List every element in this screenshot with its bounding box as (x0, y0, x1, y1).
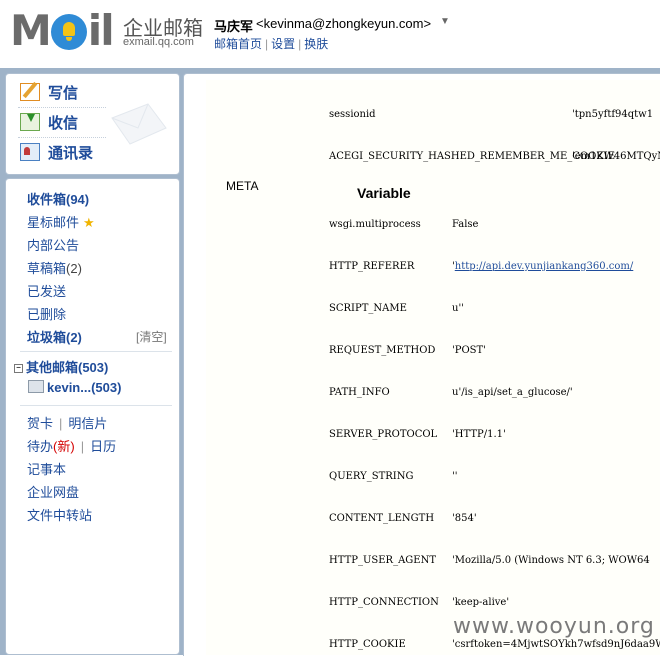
qq-mail-logo[interactable]: Mil (10, 6, 115, 55)
top-header: Mil 企业邮箱 exmail.qq.com 马庆军 <kevinma@zhon… (0, 0, 660, 68)
meta-value: 'csrftoken=4MjwtSOYkh7wfsd9nJ6daa9W (452, 639, 660, 650)
top-links: 邮箱首页 | 设置 | 换肤 (214, 35, 328, 52)
user-name: 马庆军 (214, 19, 254, 34)
meta-key: SERVER_PROTOCOL (329, 429, 438, 440)
session-value: 'em1ZW46MTQyNz (572, 151, 660, 162)
referer-link[interactable]: http://api.dev.yunjiankang360.com/ (455, 261, 634, 272)
meta-key: PATH_INFO (329, 387, 390, 398)
meta-value: u'' (452, 303, 464, 314)
divider (18, 107, 106, 108)
meta-key: HTTP_CONNECTION (329, 597, 439, 608)
meta-value: '' (452, 471, 458, 482)
meta-key: HTTP_USER_AGENT (329, 555, 437, 566)
apps-row-cards: 贺卡 | 明信片 (27, 413, 107, 432)
collapse-icon[interactable]: − (14, 364, 23, 373)
meta-key: wsgi.multiprocess (329, 219, 421, 230)
compose-button[interactable]: 写信 (20, 82, 78, 106)
meta-key: REQUEST_METHOD (329, 345, 436, 356)
divider: | (298, 37, 302, 51)
drafts-count: (2) (66, 261, 82, 276)
divider (20, 351, 172, 352)
sidebar-item-account[interactable]: kevin...(503) (28, 380, 121, 395)
logo-url: exmail.qq.com (123, 36, 194, 48)
variable-heading: Variable (357, 185, 411, 201)
settings-link[interactable]: 设置 (271, 37, 295, 51)
address-book-label: 通讯录 (48, 145, 94, 162)
session-key: sessionid (329, 109, 376, 120)
meta-value: 'http://api.dev.yunjiankang360.com/ (452, 261, 633, 272)
apps-row-todo: 待办(新) | 日历 (27, 436, 116, 455)
meta-value: 'HTTP/1.1' (452, 429, 506, 440)
compose-label: 写信 (48, 85, 79, 102)
starred-label: 星标邮件 (27, 215, 80, 230)
address-book-button[interactable]: 通讯录 (20, 142, 93, 166)
meta-key: CONTENT_LENGTH (329, 513, 435, 524)
chevron-down-icon[interactable]: ▼ (440, 16, 450, 27)
other-mailboxes-label: 其他邮箱(503) (26, 360, 109, 375)
todo-label: 待办 (27, 439, 54, 454)
sidebar-item-bulletin[interactable]: 内部公告 (27, 235, 79, 254)
divider: | (59, 416, 63, 431)
meta-value: 'Mozilla/5.0 (Windows NT 6.3; WOW64 (452, 555, 650, 566)
file-transfer-link[interactable]: 文件中转站 (27, 505, 92, 524)
sidebar-item-starred[interactable]: 星标邮件 ★ (27, 212, 95, 231)
calendar-link[interactable]: 日历 (90, 439, 116, 454)
account-label: kevin...(503) (47, 380, 122, 395)
meta-key: HTTP_REFERER (329, 261, 415, 272)
envelope-decoration-icon (111, 103, 167, 145)
user-email: <kevinma@zhongkeyun.com> (256, 16, 432, 31)
watermark: www.wooyun.org (453, 614, 655, 639)
todo-link[interactable]: 待办(新) (27, 439, 75, 454)
divider: | (80, 439, 85, 454)
sidebar-item-spam[interactable]: 垃圾箱(2) (27, 327, 82, 346)
sidebar-item-inbox[interactable]: 收件箱(94) (27, 189, 89, 208)
netdisk-link[interactable]: 企业网盘 (27, 482, 79, 501)
sidebar-item-other-mailboxes[interactable]: − 其他邮箱(503) (14, 357, 108, 376)
folder-sidebar: 收件箱(94) 星标邮件 ★ 内部公告 草稿箱(2) 已发送 已删除 垃圾箱(2)… (5, 178, 180, 655)
mailbox-icon (28, 380, 44, 394)
divider: | (265, 37, 269, 51)
postcard-link[interactable]: 明信片 (68, 416, 107, 431)
sidebar-item-drafts[interactable]: 草稿箱(2) (27, 258, 82, 277)
meta-value: False (452, 219, 479, 230)
session-value: 'tpn5yftf94qtw1 (572, 109, 654, 120)
divider (20, 405, 172, 406)
bell-logo-icon (50, 14, 87, 50)
quick-actions-panel: 写信 收信 通讯录 (5, 73, 180, 175)
write-icon (20, 83, 40, 102)
debug-page-sheet (206, 80, 660, 655)
meta-key: SCRIPT_NAME (329, 303, 407, 314)
meta-key: HTTP_COOKIE (329, 639, 406, 650)
clear-spam-link[interactable]: [清空] (136, 328, 167, 345)
receive-mail-button[interactable]: 收信 (20, 112, 78, 136)
change-skin-link[interactable]: 换肤 (304, 37, 328, 51)
meta-value: u'/is_api/set_a_glucose/' (452, 387, 573, 398)
drafts-label: 草稿箱 (27, 261, 67, 276)
meta-key: QUERY_STRING (329, 471, 414, 482)
greeting-card-link[interactable]: 贺卡 (27, 416, 53, 431)
receive-label: 收信 (48, 115, 79, 132)
divider (18, 137, 106, 138)
meta-section-label: META (226, 179, 259, 193)
meta-value: 'keep-alive' (452, 597, 510, 608)
sidebar-item-deleted[interactable]: 已删除 (27, 304, 66, 323)
mailbox-home-link[interactable]: 邮箱首页 (214, 37, 262, 51)
inbox-download-icon (20, 113, 40, 132)
star-icon: ★ (83, 215, 95, 230)
new-badge: (新) (53, 439, 75, 454)
meta-value: '854' (452, 513, 477, 524)
address-book-icon (20, 143, 40, 162)
notepad-link[interactable]: 记事本 (27, 459, 66, 478)
meta-value: 'POST' (452, 345, 486, 356)
sidebar-item-sent[interactable]: 已发送 (27, 281, 66, 300)
